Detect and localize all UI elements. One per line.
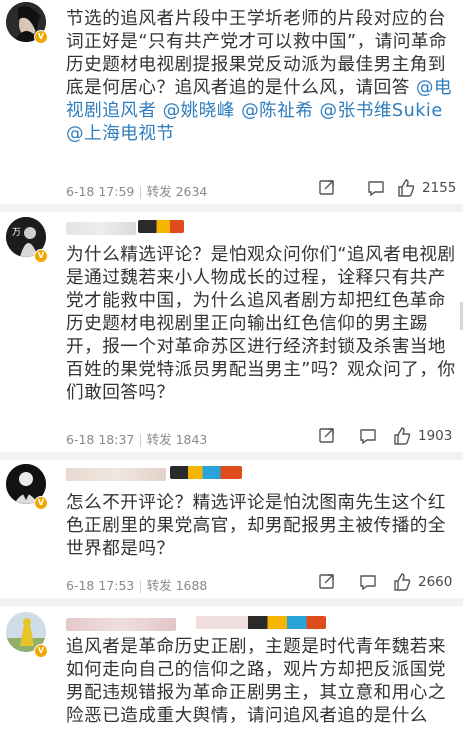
divider bbox=[0, 598, 463, 606]
divider bbox=[0, 452, 463, 460]
username-blurred[interactable] bbox=[66, 222, 136, 235]
username-badges bbox=[138, 220, 184, 233]
repost-count[interactable]: 转发 1843 bbox=[147, 432, 208, 447]
mention-link[interactable]: @张书维Sukie bbox=[320, 101, 443, 121]
verified-badge-icon: V bbox=[34, 496, 48, 510]
like-count: 2155 bbox=[422, 180, 457, 196]
post-2: 万 V 为什么精选评论？是怕观众问你们“追风者电视剧是通过魏若来小人物成长的过程… bbox=[0, 212, 463, 454]
post-text: 怎么不开评论？精选评论是怕沈图南先生这个红色正剧里的果党高官，却男配报男主被传播… bbox=[66, 492, 457, 561]
verified-badge-icon: V bbox=[34, 644, 48, 658]
post-actions: 1903 bbox=[310, 426, 460, 448]
username-blurred[interactable] bbox=[66, 618, 176, 631]
svg-text:万: 万 bbox=[12, 228, 21, 238]
thumbs-up-icon[interactable] bbox=[396, 178, 416, 198]
post-3: V 怎么不开评论？精选评论是怕沈图南先生这个红色正剧里的果党高官，却男配报男主被… bbox=[0, 460, 463, 600]
comment-icon[interactable] bbox=[366, 178, 386, 198]
share-icon[interactable] bbox=[318, 178, 336, 196]
mention-link[interactable]: @姚晓峰 bbox=[163, 101, 235, 121]
post-text: 为什么精选评论？是怕观众问你们“追风者电视剧是通过魏若来小人物成长的过程，诠释只… bbox=[66, 244, 457, 405]
like-count: 2660 bbox=[418, 574, 453, 590]
share-icon[interactable] bbox=[318, 426, 336, 444]
mention-link[interactable]: @上海电视节 bbox=[66, 124, 175, 144]
text-segment: 为什么精选评论？是怕观众问你们“追风者电视剧是通过魏若来小人物成长的过程，诠释只… bbox=[66, 245, 456, 403]
post-actions: 2155 bbox=[310, 178, 460, 200]
repost-count[interactable]: 转发 1688 bbox=[147, 578, 208, 593]
verified-badge-icon: V bbox=[34, 249, 48, 263]
verified-badge-icon: V bbox=[34, 30, 48, 44]
thumbs-up-icon[interactable] bbox=[392, 426, 412, 446]
text-segment: 节选的追风者片段中王学圻老师的片段对应的台词正好是“只有共产党才可以救中国”，请… bbox=[66, 9, 448, 98]
text-segment: 怎么不开评论？精选评论是怕沈图南先生这个红色正剧里的果党高官，却男配报男主被传播… bbox=[66, 493, 446, 559]
post-meta: 6-18 17:53 | 转发 1688 bbox=[66, 578, 208, 593]
post-4: V 追风者是革命历史正剧，主题是时代青年魏若来如何走向自己的信仰之路，观片方却把… bbox=[0, 606, 463, 736]
username-badges bbox=[170, 466, 242, 479]
repost-count[interactable]: 转发 2634 bbox=[147, 184, 208, 199]
username-blurred[interactable] bbox=[66, 468, 166, 481]
post-text: 节选的追风者片段中王学圻老师的片段对应的台词正好是“只有共产党才可以救中国”，请… bbox=[66, 8, 457, 146]
post-1: V 节选的追风者片段中王学圻老师的片段对应的台词正好是“只有共产党才可以救中国”… bbox=[0, 0, 463, 210]
comment-icon[interactable] bbox=[358, 572, 378, 592]
post-time: 6-18 17:53 bbox=[66, 578, 135, 593]
comment-icon[interactable] bbox=[358, 426, 378, 446]
divider bbox=[0, 204, 463, 212]
post-meta: 6-18 18:37 | 转发 1843 bbox=[66, 432, 208, 447]
post-meta: 6-18 17:59 | 转发 2634 bbox=[66, 184, 208, 199]
post-actions: 2660 bbox=[310, 572, 460, 594]
text-segment: 追风者是革命历史正剧，主题是时代青年魏若来如何走向自己的信仰之路，观片方却把反派… bbox=[66, 637, 446, 726]
username-badges bbox=[196, 616, 326, 629]
like-count: 1903 bbox=[418, 428, 453, 444]
post-time: 6-18 18:37 bbox=[66, 432, 135, 447]
mention-link[interactable]: @陈祉希 bbox=[241, 101, 313, 121]
share-icon[interactable] bbox=[318, 572, 336, 590]
thumbs-up-icon[interactable] bbox=[392, 572, 412, 592]
post-time: 6-18 17:59 bbox=[66, 184, 135, 199]
post-text: 追风者是革命历史正剧，主题是时代青年魏若来如何走向自己的信仰之路，观片方却把反派… bbox=[66, 636, 457, 728]
